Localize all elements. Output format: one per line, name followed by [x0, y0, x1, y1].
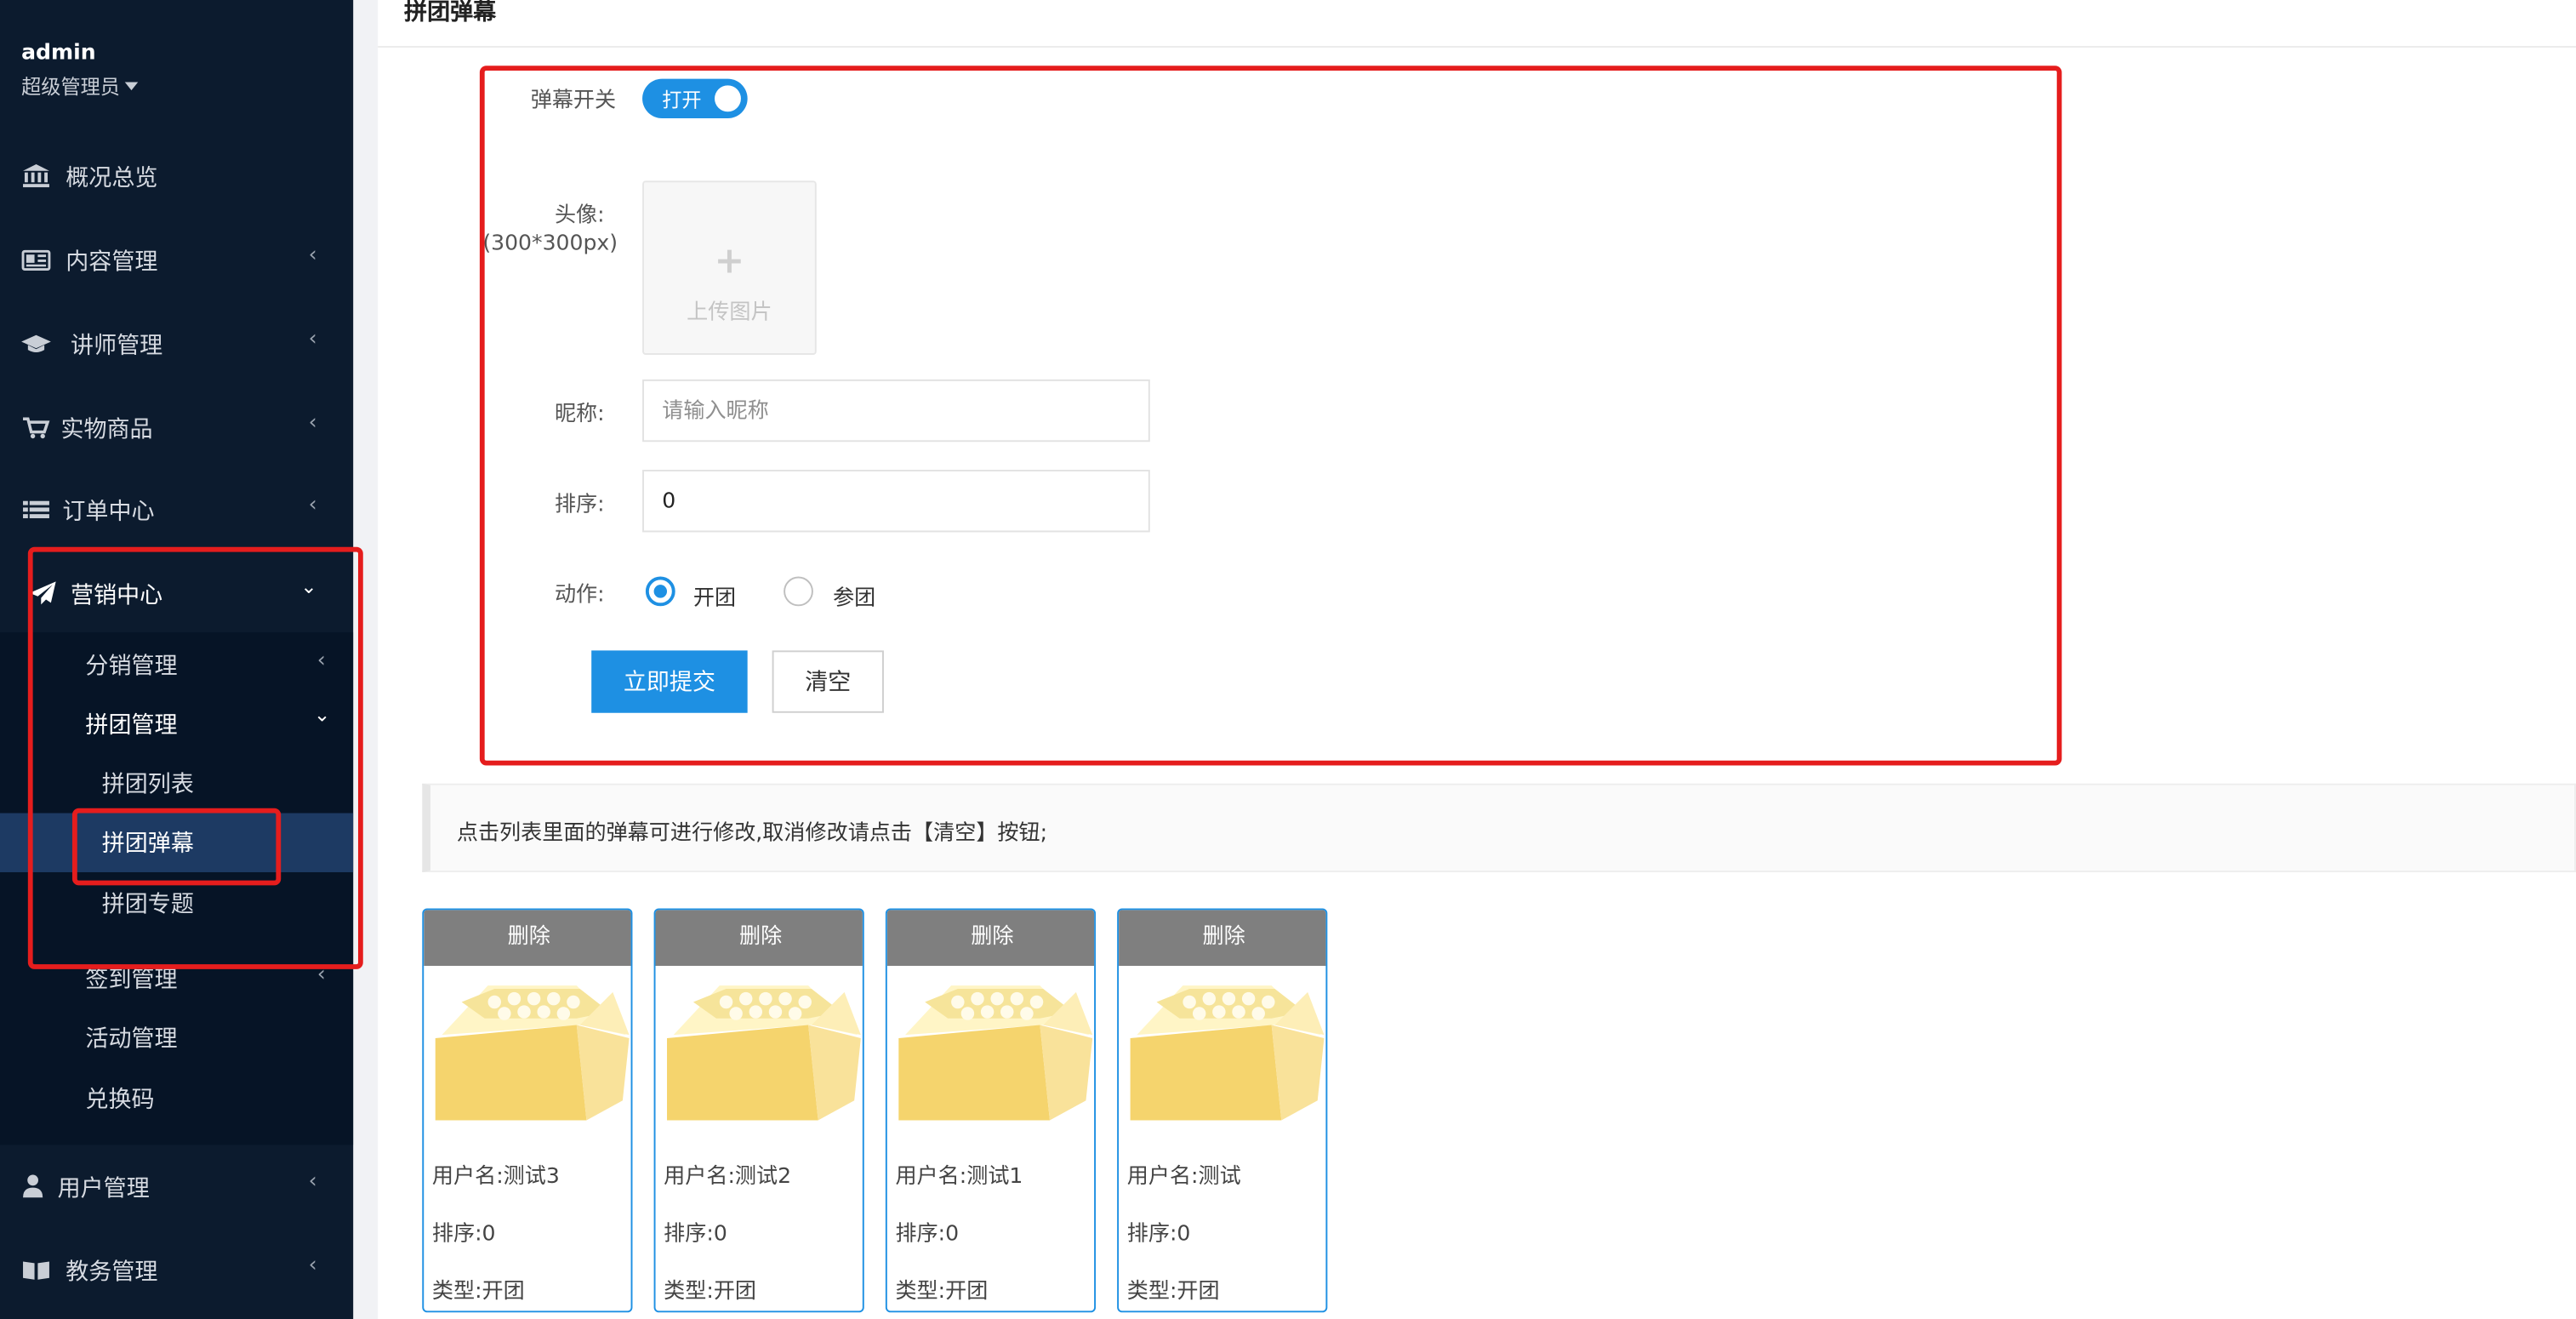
tip-box: 点击列表里面的弹幕可进行修改,取消修改请点击【清空】按钮;: [422, 783, 2576, 872]
sidebar-subitem-redeem-code[interactable]: 兑换码: [85, 1082, 154, 1116]
sidebar-item-label: 订单中心: [62, 499, 155, 526]
box-icon: [435, 985, 630, 1121]
chevron-left-icon: ‹: [308, 327, 317, 352]
sidebar-item-overview[interactable]: 概况总览: [0, 151, 353, 201]
chevron-left-icon: ‹: [308, 493, 317, 518]
sidebar-item-content[interactable]: 内容管理 ‹: [0, 235, 353, 284]
highlight-box-active-item: [71, 808, 282, 886]
highlight-box-marketing-menu: [27, 546, 363, 969]
sidebar-item-orders[interactable]: 订单中心 ‹: [0, 484, 353, 534]
user-role-dropdown[interactable]: 超级管理员: [21, 72, 139, 100]
danmaku-card[interactable]: 删除 用户名:测试2 排序:0 类型:开团: [653, 908, 864, 1313]
card-sort: 排序:0: [431, 1222, 496, 1248]
sidebar-item-label: 用户管理: [57, 1176, 150, 1202]
chevron-left-icon: ‹: [308, 243, 317, 268]
card-type: 类型:开团: [1126, 1279, 1220, 1305]
user-name: admin: [21, 41, 96, 66]
bank-icon: [23, 164, 49, 188]
sidebar-item-label: 内容管理: [66, 249, 158, 277]
box-icon: [1130, 985, 1325, 1121]
graduation-cap-icon: [21, 334, 51, 353]
card-sort: 排序:0: [664, 1222, 727, 1248]
chevron-left-icon: ‹: [308, 410, 317, 436]
delete-button[interactable]: 删除: [655, 910, 863, 967]
card-type: 类型:开团: [664, 1279, 757, 1305]
title-divider: [378, 46, 2576, 48]
danmaku-card[interactable]: 删除 用户名:测试1 排序:0 类型:开团: [885, 908, 1097, 1313]
card-sort: 排序:0: [1126, 1222, 1191, 1248]
page-title: 拼团弹幕: [404, 0, 497, 26]
sidebar-item-label: 概况总览: [66, 165, 158, 192]
sidebar-item-label: 教务管理: [66, 1259, 158, 1287]
card-username: 用户名:测试2: [664, 1164, 792, 1190]
danmaku-card[interactable]: 删除 用户名:测试3 排序:0 类型:开团: [422, 908, 633, 1313]
sidebar-item-users[interactable]: 用户管理 ‹: [0, 1162, 353, 1211]
card-type: 类型:开团: [895, 1279, 989, 1305]
sidebar-item-label: 讲师管理: [71, 333, 163, 360]
box-icon: [667, 985, 861, 1121]
box-icon: [898, 985, 1093, 1121]
sidebar-subitem-activities[interactable]: 活动管理: [85, 1022, 177, 1055]
cart-icon: [23, 417, 50, 439]
card-type: 类型:开团: [431, 1279, 525, 1305]
user-role-label: 超级管理员: [21, 75, 121, 99]
chevron-left-icon: ‹: [308, 1169, 317, 1195]
delete-button[interactable]: 删除: [1119, 910, 1326, 967]
chevron-left-icon: ‹: [308, 1253, 317, 1278]
delete-button[interactable]: 删除: [424, 910, 631, 967]
delete-button[interactable]: 删除: [886, 910, 1095, 967]
sidebar-item-lecturer[interactable]: 讲师管理 ‹: [0, 318, 353, 368]
user-icon: [23, 1174, 43, 1198]
card-username: 用户名:测试3: [431, 1164, 560, 1190]
list-icon: [23, 500, 49, 519]
card-username: 用户名:测试: [1126, 1164, 1241, 1190]
book-icon: [23, 1261, 49, 1280]
card-username: 用户名:测试1: [895, 1164, 1023, 1190]
caret-down-icon: [124, 82, 139, 91]
highlight-box-form: [479, 66, 2062, 766]
newspaper-icon: [21, 249, 51, 271]
sidebar-item-goods[interactable]: 实物商品 ‹: [0, 403, 353, 452]
sidebar-item-label: 实物商品: [60, 417, 153, 444]
sidebar-item-academic[interactable]: 教务管理 ‹: [0, 1245, 353, 1294]
danmaku-card[interactable]: 删除 用户名:测试 排序:0 类型:开团: [1117, 908, 1328, 1313]
card-sort: 排序:0: [895, 1222, 960, 1248]
tip-text: 点击列表里面的弹幕可进行修改,取消修改请点击【清空】按钮;: [456, 821, 1048, 847]
